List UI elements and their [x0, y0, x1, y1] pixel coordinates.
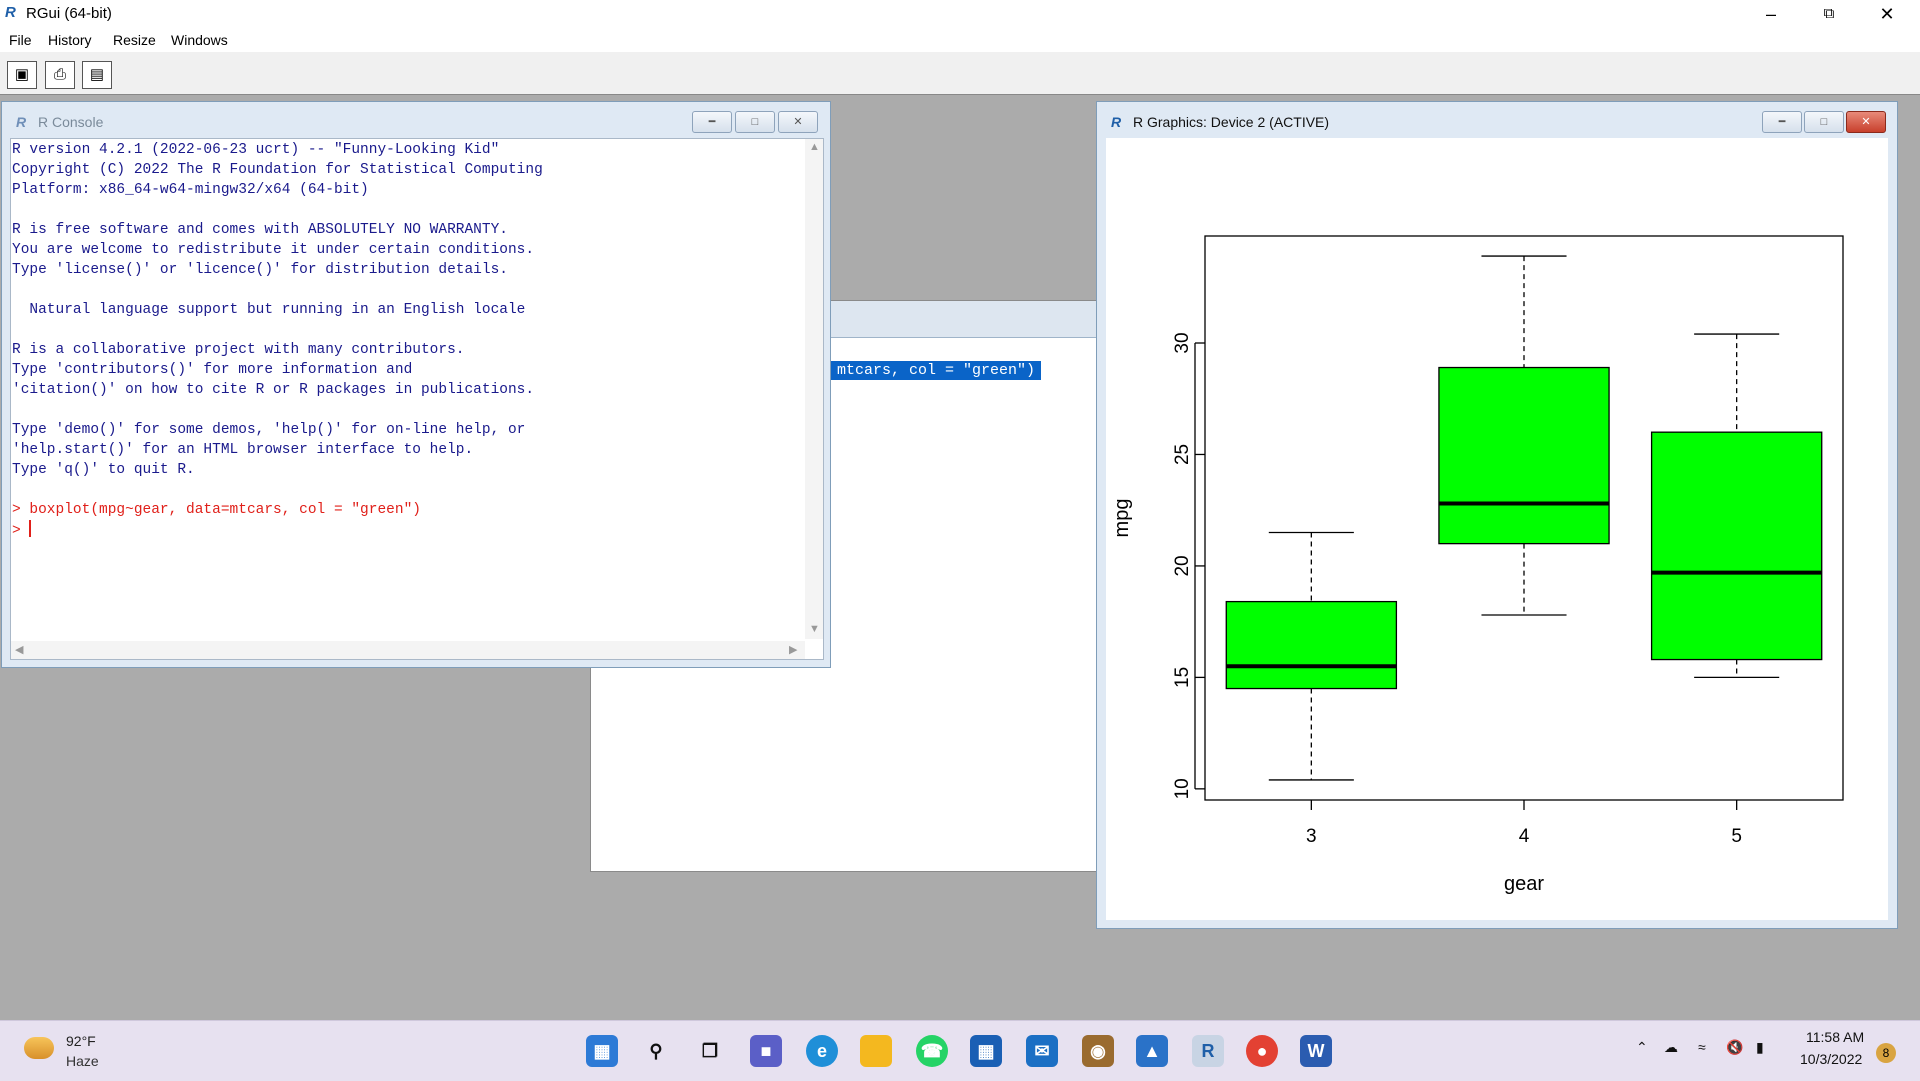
photos-icon[interactable]: ▲ [1136, 1035, 1168, 1067]
menu-resize[interactable]: Resize [113, 32, 156, 48]
app-titlebar: R RGui (64-bit) – ⧉ ✕ [0, 0, 1920, 28]
mail-icon[interactable]: ✉ [1026, 1035, 1058, 1067]
r-console-window[interactable]: R R Console ━ □ ✕ ▲ ▼ ◀ ▶ R version 4.2.… [1, 101, 831, 668]
console-line: Natural language support but running in … [12, 302, 526, 318]
menu-windows[interactable]: Windows [171, 32, 228, 48]
scroll-right-icon[interactable]: ▶ [789, 643, 797, 656]
console-line: R version 4.2.1 (2022-06-23 ucrt) -- "Fu… [12, 142, 500, 158]
scroll-down-icon[interactable]: ▼ [809, 623, 820, 635]
onedrive-icon[interactable]: ☁ [1664, 1039, 1678, 1056]
x-tick-label: 3 [1306, 826, 1317, 847]
console-line: Type 'contributors()' for more informati… [12, 362, 413, 378]
graphics-maximize-button[interactable]: □ [1804, 111, 1844, 133]
console-line: Platform: x86_64-w64-mingw32/x64 (64-bit… [12, 182, 369, 198]
r-logo-icon: R [5, 4, 16, 21]
close-button[interactable]: ✕ [1858, 0, 1916, 28]
task-view-icon[interactable]: ❐ [694, 1035, 726, 1067]
console-close-button[interactable]: ✕ [778, 111, 818, 133]
graphics-minimize-button[interactable]: ━ [1762, 111, 1802, 133]
box-gear-5 [1650, 431, 1823, 661]
x-tick-label: 4 [1519, 826, 1530, 847]
minimize-button[interactable]: – [1742, 0, 1800, 28]
y-axis-label: mpg [1111, 499, 1133, 538]
y-tick-label: 15 [1172, 667, 1193, 688]
whatsapp-icon[interactable]: ☎ [916, 1035, 948, 1067]
selected-code-text[interactable]: mtcars, col = "green") [831, 361, 1042, 380]
y-tick-label: 30 [1172, 332, 1193, 353]
box-gear-4 [1438, 366, 1610, 545]
r-graphics-logo-icon: R [1111, 114, 1122, 130]
wifi-icon[interactable]: ≈ [1698, 1039, 1706, 1055]
console-command-line: > boxplot(mpg~gear, data=mtcars, col = "… [12, 502, 421, 518]
graphics-close-button[interactable]: ✕ [1846, 111, 1886, 133]
r-console-logo-icon: R [16, 114, 27, 130]
console-line: 'help.start()' for an HTML browser inter… [12, 442, 474, 458]
console-maximize-button[interactable]: □ [735, 111, 775, 133]
console-line: 'citation()' on how to cite R or R packa… [12, 382, 535, 398]
plot-canvas: 3 4 5 10 15 20 25 30 gear mpg [1106, 138, 1888, 920]
boxplot-chart: 3 4 5 10 15 20 25 30 gear mpg [1111, 235, 1844, 895]
console-vertical-scrollbar[interactable]: ▲ ▼ [805, 139, 823, 639]
file-explorer-icon[interactable] [860, 1035, 892, 1067]
y-tick-label: 25 [1172, 444, 1193, 465]
restore-button[interactable]: ⧉ [1800, 0, 1858, 28]
search-icon[interactable]: ⚲ [640, 1035, 672, 1067]
store-icon[interactable]: ▦ [970, 1035, 1002, 1067]
console-line: R is a collaborative project with many c… [12, 342, 465, 358]
console-prompt: > [12, 523, 30, 539]
y-tick-label: 10 [1172, 778, 1193, 799]
console-line: Type 'q()' to quit R. [12, 462, 195, 478]
toolbar: ▣ ⎙ ▤ [0, 52, 1920, 95]
y-tick-label: 20 [1172, 555, 1193, 576]
console-horizontal-scrollbar[interactable]: ◀ ▶ [11, 641, 805, 659]
console-line: You are welcome to redistribute it under… [12, 242, 535, 258]
scroll-left-icon[interactable]: ◀ [15, 643, 23, 656]
open-script-icon[interactable]: ▣ [7, 61, 37, 89]
menu-bar: File History Resize Windows [0, 28, 1920, 52]
weather-description[interactable]: Haze [66, 1053, 99, 1069]
clock-date[interactable]: 10/3/2022 [1800, 1051, 1862, 1067]
app-title: RGui (64-bit) [26, 5, 112, 22]
teams-chat-icon[interactable]: ■ [750, 1035, 782, 1067]
taskbar: 92°F Haze ▦ ⚲ ❐ ■ e ☎ ▦ ✉ ◉ ▲ R ● W ⌃ ☁ … [0, 1020, 1920, 1081]
x-axis-label: gear [1504, 873, 1544, 895]
console-line: Copyright (C) 2022 The R Foundation for … [12, 162, 543, 178]
tray-chevron-icon[interactable]: ⌃ [1636, 1039, 1648, 1056]
r-graphics-window[interactable]: R R Graphics: Device 2 (ACTIVE) ━ □ ✕ 3 4… [1096, 101, 1898, 929]
volume-muted-icon[interactable]: 🔇 [1726, 1039, 1743, 1056]
console-text[interactable]: R version 4.2.1 (2022-06-23 ucrt) -- "Fu… [12, 140, 543, 540]
battery-icon[interactable]: ▮ [1756, 1039, 1764, 1056]
windows-start-icon[interactable]: ▦ [586, 1035, 618, 1067]
console-line: Type 'demo()' for some demos, 'help()' f… [12, 422, 526, 438]
menu-history[interactable]: History [48, 32, 92, 48]
console-line: R is free software and comes with ABSOLU… [12, 222, 508, 238]
box-gear-3 [1225, 600, 1398, 690]
x-tick-label: 5 [1731, 826, 1742, 847]
notification-badge[interactable]: 8 [1876, 1043, 1896, 1063]
console-minimize-button[interactable]: ━ [692, 111, 732, 133]
app-icon[interactable]: ◉ [1082, 1035, 1114, 1067]
print-icon[interactable]: ⎙ [45, 61, 75, 89]
word-icon[interactable]: W [1300, 1035, 1332, 1067]
edge-icon[interactable]: e [806, 1035, 838, 1067]
r-gui-icon[interactable]: R [1192, 1035, 1224, 1067]
graphics-window-title: R Graphics: Device 2 (ACTIVE) [1133, 114, 1330, 130]
r-console-title: R Console [38, 114, 104, 130]
console-line: Type 'license()' or 'licence()' for dist… [12, 262, 508, 278]
console-prompt-line[interactable]: > [12, 520, 543, 540]
text-cursor [29, 520, 32, 537]
scroll-up-icon[interactable]: ▲ [809, 141, 820, 153]
menu-file[interactable]: File [9, 32, 32, 48]
clock-time[interactable]: 11:58 AM [1806, 1029, 1864, 1045]
weather-icon[interactable] [24, 1037, 54, 1059]
weather-temperature[interactable]: 92°F [66, 1033, 96, 1049]
window-icon[interactable]: ▤ [82, 61, 112, 89]
chrome-icon[interactable]: ● [1246, 1035, 1278, 1067]
